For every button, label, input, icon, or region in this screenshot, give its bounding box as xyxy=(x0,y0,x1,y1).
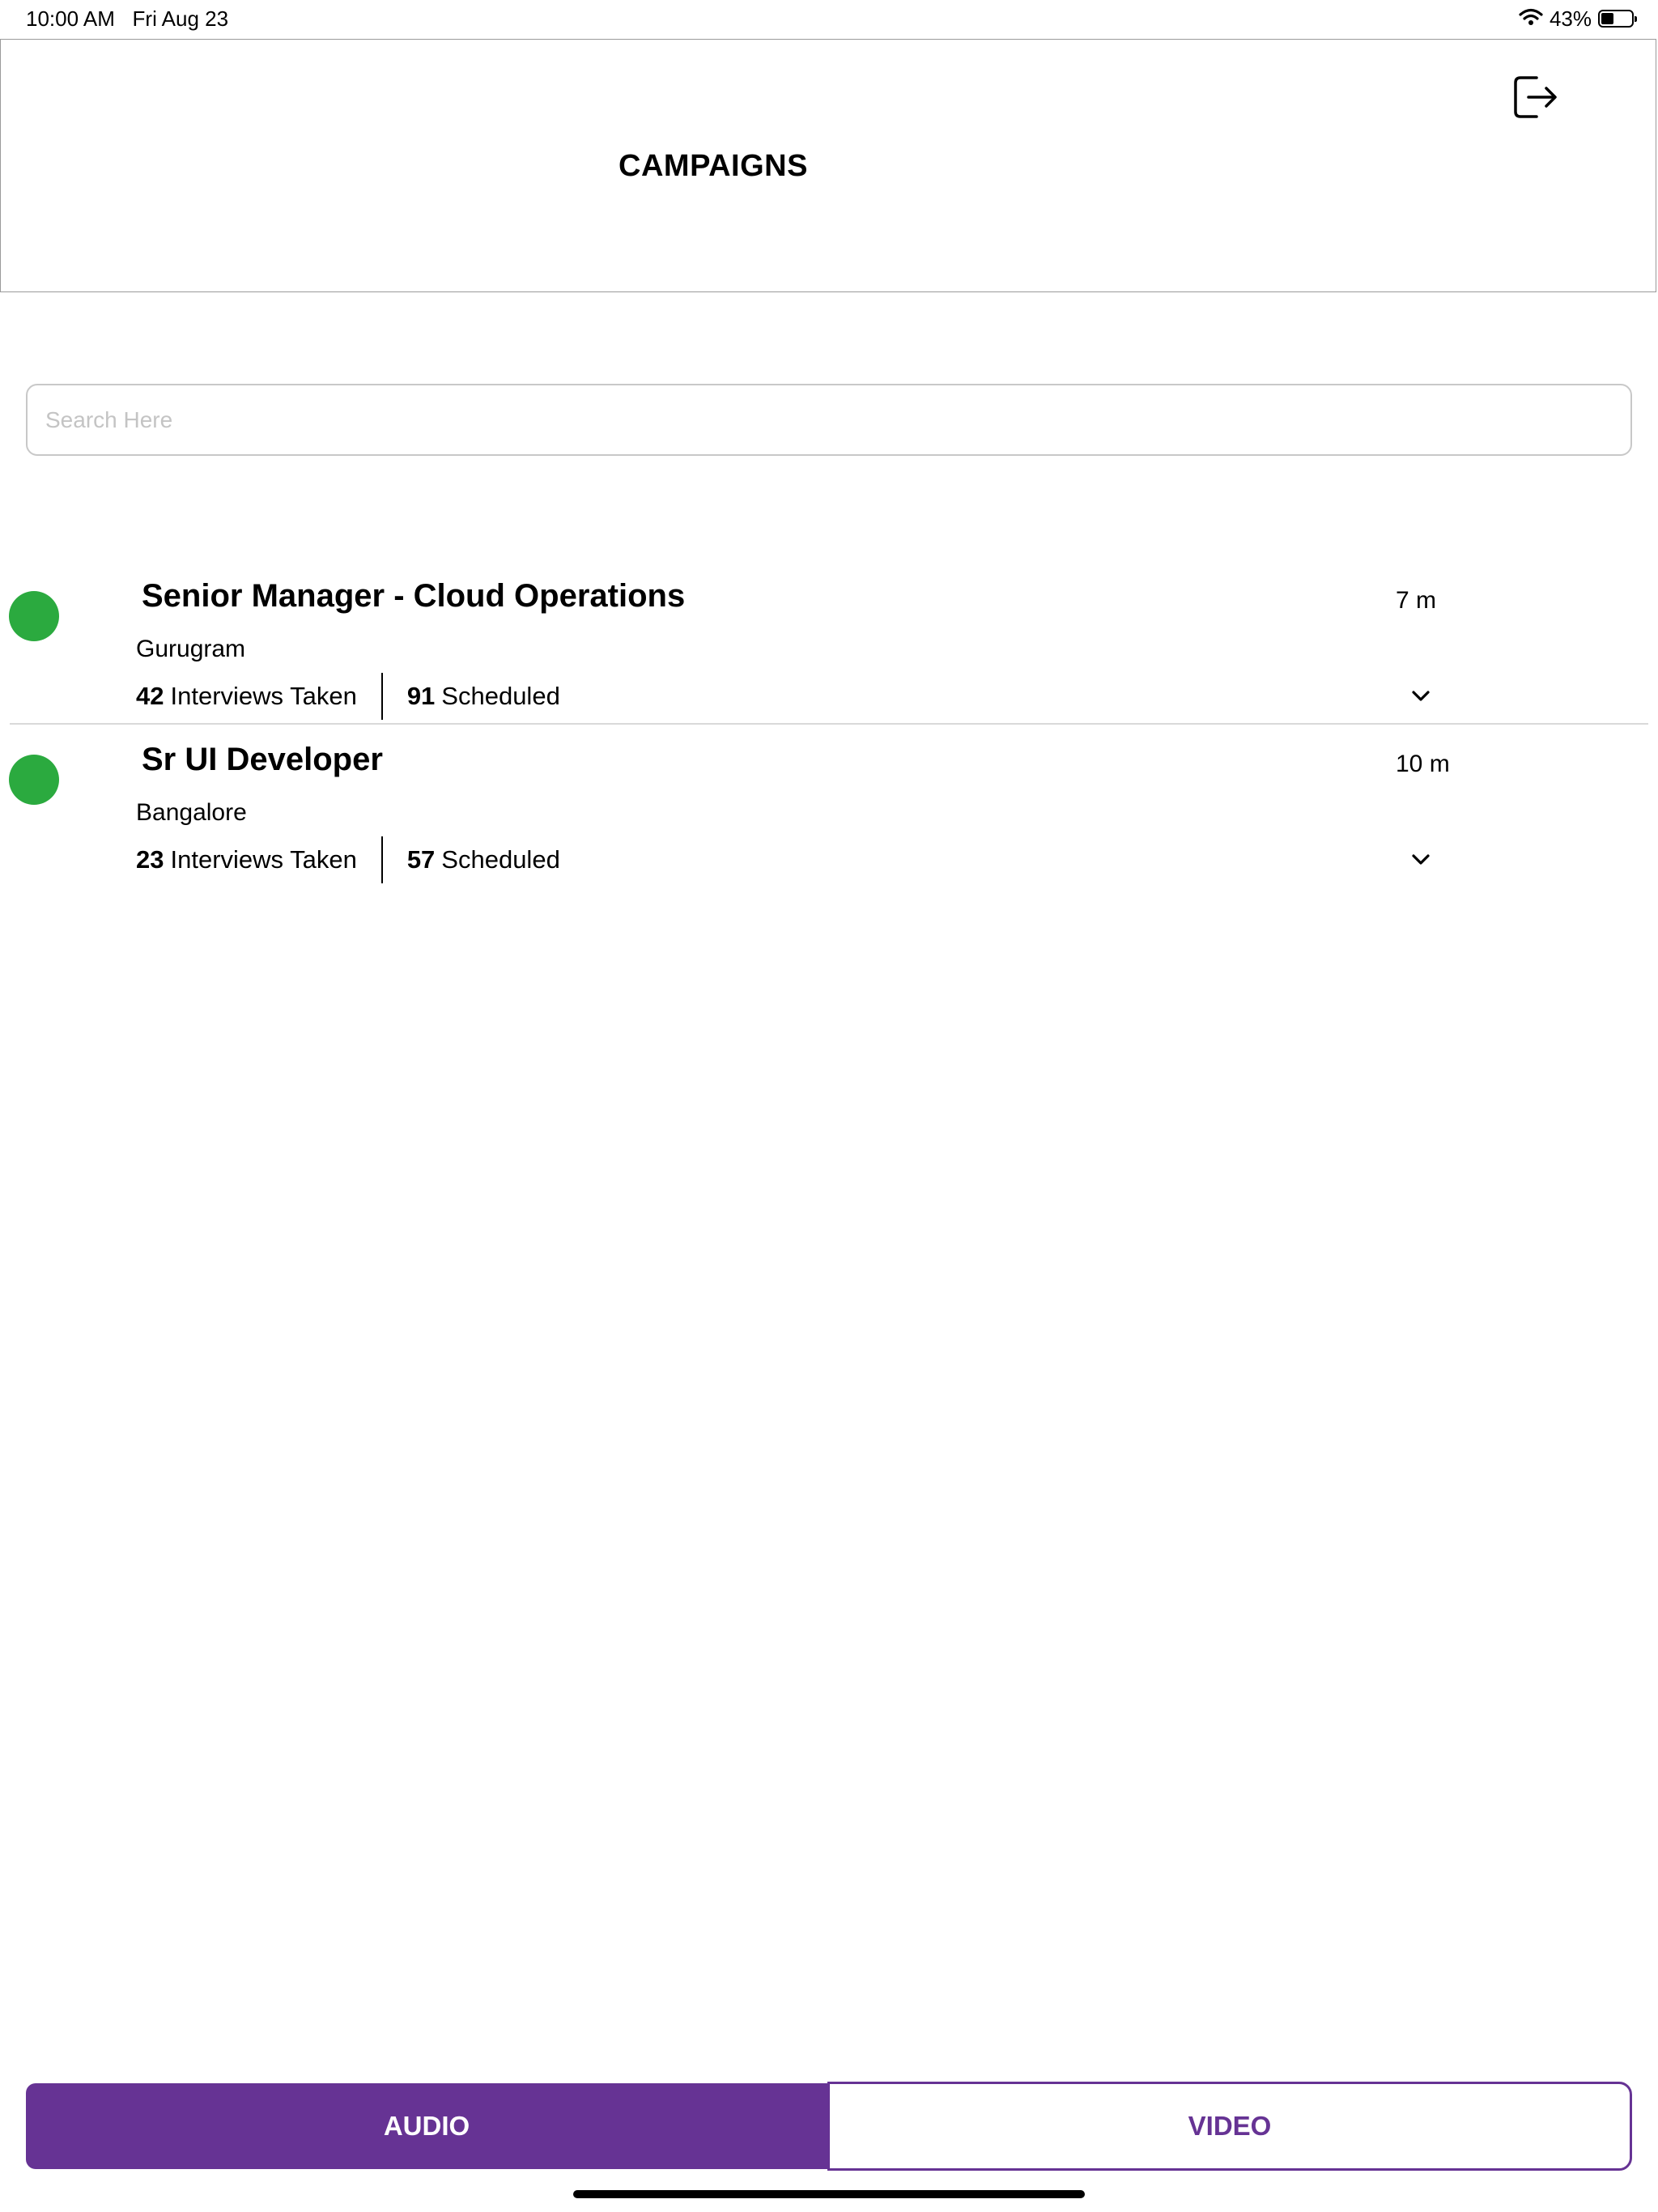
row-divider xyxy=(10,723,1648,725)
battery-fill xyxy=(1601,13,1613,24)
campaign-row[interactable]: Sr UI Developer 10 m Bangalore 23 Interv… xyxy=(0,730,1658,892)
stats-divider xyxy=(380,836,383,883)
chevron-down-icon[interactable] xyxy=(1409,688,1433,704)
chevron-down-icon[interactable] xyxy=(1409,852,1433,868)
logout-icon[interactable] xyxy=(1512,74,1559,120)
scheduled-count: 57 xyxy=(406,845,436,874)
interviews-taken-count: 23 xyxy=(136,845,164,874)
scheduled-label: Scheduled xyxy=(441,845,560,874)
campaign-stats: 42 Interviews Taken 91 Scheduled xyxy=(136,673,560,720)
status-dot xyxy=(9,755,59,805)
campaign-title: Sr UI Developer xyxy=(142,742,383,777)
battery-icon xyxy=(1598,10,1637,28)
status-date: Fri Aug 23 xyxy=(132,6,229,31)
tab-video[interactable]: VIDEO xyxy=(827,2082,1632,2171)
campaign-location: Bangalore xyxy=(136,799,247,826)
interviews-taken-count: 42 xyxy=(136,682,164,710)
interviews-taken-label: Interviews Taken xyxy=(170,845,357,874)
scheduled-count: 91 xyxy=(406,682,436,710)
campaign-time: 10 m xyxy=(1396,751,1450,777)
campaign-title: Senior Manager - Cloud Operations xyxy=(142,578,686,614)
scheduled-label: Scheduled xyxy=(441,682,560,710)
status-time: 10:00 AM xyxy=(26,6,115,31)
battery-percent: 43% xyxy=(1549,6,1592,31)
status-bar-indicators: 43% xyxy=(1519,6,1637,32)
campaign-time: 7 m xyxy=(1396,587,1437,614)
page-title: CAMPAIGNS xyxy=(619,149,808,183)
wifi-icon xyxy=(1519,6,1543,32)
status-bar-clock: 10:00 AM Fri Aug 23 xyxy=(26,6,228,31)
status-dot xyxy=(9,591,59,641)
battery-tip xyxy=(1635,16,1637,22)
stats-divider xyxy=(380,673,383,720)
interviews-taken-label: Interviews Taken xyxy=(170,682,357,710)
home-indicator xyxy=(573,2190,1085,2198)
campaign-stats: 23 Interviews Taken 57 Scheduled xyxy=(136,836,560,883)
campaign-location: Gurugram xyxy=(136,636,246,662)
search-input[interactable] xyxy=(26,384,1632,456)
tab-audio[interactable]: AUDIO xyxy=(26,2083,827,2169)
campaign-row[interactable]: Senior Manager - Cloud Operations 7 m Gu… xyxy=(0,567,1658,729)
